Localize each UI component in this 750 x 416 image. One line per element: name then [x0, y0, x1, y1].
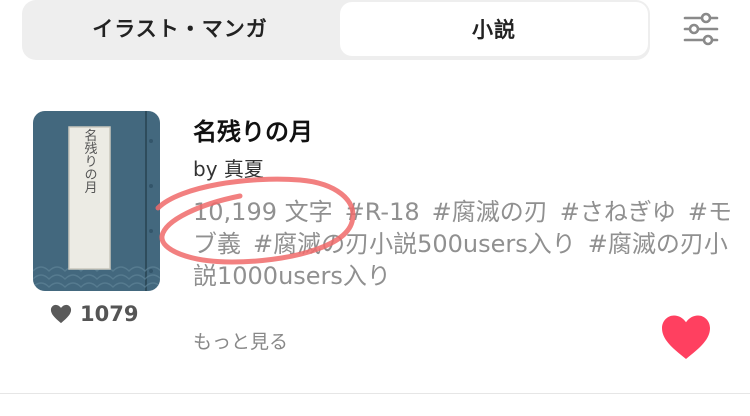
- tag-item[interactable]: #腐滅の刃: [432, 198, 548, 226]
- novel-cover[interactable]: 名残りの月: [33, 111, 160, 291]
- show-more-link[interactable]: もっと見る: [193, 327, 288, 354]
- row-divider: [0, 393, 750, 394]
- tab-illust-manga[interactable]: イラスト・マンガ: [22, 0, 338, 56]
- cover-title-text: 名残りの月: [82, 128, 98, 195]
- tag-item[interactable]: #腐滅の刃小説500users入り: [253, 230, 576, 258]
- novel-author[interactable]: by 真夏: [193, 153, 264, 182]
- like-count: 1079: [50, 300, 138, 328]
- tag-item[interactable]: #R-18: [345, 198, 420, 226]
- heart-icon: [50, 304, 72, 324]
- sliders-icon[interactable]: [682, 10, 720, 48]
- novel-tags: 10,199 文字 #R-18 #腐滅の刃 #さねぎゆ #モブ義 #腐滅の刃小説500us…: [193, 196, 733, 292]
- like-heart-icon[interactable]: [660, 313, 712, 361]
- tab-novel[interactable]: 小説: [340, 2, 648, 56]
- like-count-value: 1079: [80, 302, 139, 326]
- category-segmented-control: イラスト・マンガ 小説: [22, 0, 650, 60]
- novel-title[interactable]: 名残りの月: [193, 112, 313, 147]
- tag-item[interactable]: #さねぎゆ: [560, 198, 676, 226]
- word-count: 10,199 文字: [193, 198, 333, 226]
